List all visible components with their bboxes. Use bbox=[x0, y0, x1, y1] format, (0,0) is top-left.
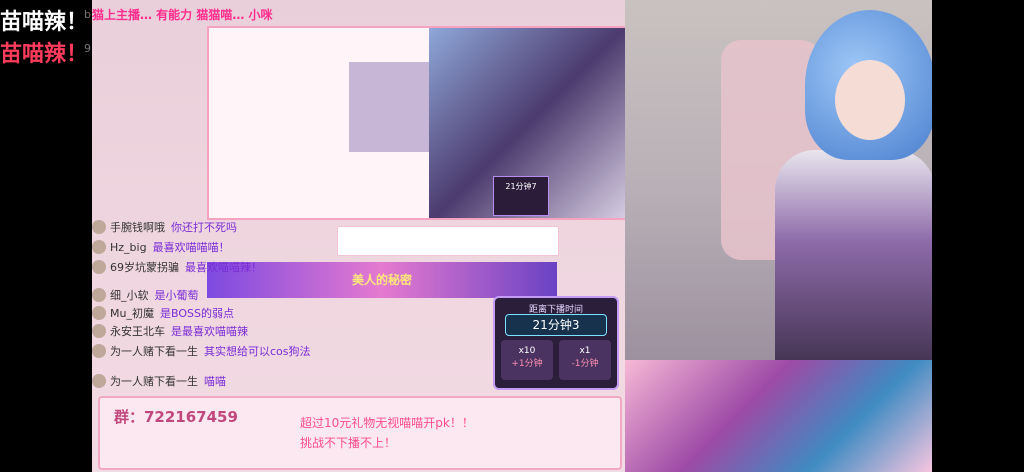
chat-row: 为一人赌下看一生 其实想给可以cos狗法 bbox=[92, 342, 311, 360]
streamer-camera bbox=[625, 0, 932, 472]
chat-row: 永安王北车 是最喜欢喵喵辣 bbox=[92, 322, 248, 340]
stream-frame: 猫上主播… 有能力 猫猫喵… 小咪 21分钟7 美人的秘密 手腕钱啊哦 你还打不… bbox=[92, 0, 932, 472]
nested-stream-mirror: 21分钟7 bbox=[207, 26, 631, 220]
chat-username: Mu_初魔 bbox=[110, 307, 154, 320]
chat-username: 69岁坑蒙拐骗 bbox=[110, 261, 179, 274]
cosplayer-face bbox=[835, 60, 905, 140]
chat-text: 最喜欢喵喵辣！ bbox=[185, 261, 262, 274]
desk-mat bbox=[625, 360, 932, 472]
chat-row: Hz_big 最喜欢喵喵喵！ bbox=[92, 238, 230, 256]
scrolling-notice: 猫上主播… 有能力 猫猫喵… 小咪 bbox=[92, 8, 273, 22]
chat-text: 喵喵 bbox=[204, 375, 226, 388]
chat-row: 为一人赌下看一生 喵喵 bbox=[92, 372, 226, 390]
challenge-notice: 挑战不下播不上！ bbox=[300, 436, 397, 450]
timer-value: 21分钟3 bbox=[505, 314, 607, 336]
avatar bbox=[92, 220, 106, 234]
chat-username: 永安王北车 bbox=[110, 325, 165, 338]
chat-row: 细_小软 是小葡萄 bbox=[92, 286, 199, 304]
chat-row: Mu_初魔 是BOSS的弱点 bbox=[92, 304, 234, 322]
pk-notice: 超过10元礼物无视喵喵开pk！！ bbox=[300, 416, 474, 430]
gift-effect: -1分钟 bbox=[571, 359, 599, 369]
avatar bbox=[92, 240, 106, 254]
chat-text: 你还打不死吗 bbox=[171, 221, 237, 234]
avatar bbox=[92, 344, 106, 358]
chat-username: Hz_big bbox=[110, 240, 147, 254]
nested-timer-value: 21分钟7 bbox=[505, 182, 537, 191]
avatar bbox=[92, 324, 106, 338]
chat-text: 是小葡萄 bbox=[154, 289, 199, 302]
chat-list: 手腕钱啊哦 你还打不死吗 Hz_big 最喜欢喵喵喵！ 69岁坑蒙拐骗 最喜欢喵… bbox=[92, 218, 392, 398]
stream-left-panel: 猫上主播… 有能力 猫猫喵… 小咪 21分钟7 美人的秘密 手腕钱啊哦 你还打不… bbox=[92, 0, 631, 472]
avatar bbox=[92, 288, 106, 302]
chat-username: 为一人赌下看一生 bbox=[110, 345, 198, 358]
timer-gift-add: x10 +1分钟 bbox=[501, 340, 553, 380]
avatar bbox=[92, 306, 106, 320]
chat-text: 最喜欢喵喵喵！ bbox=[152, 241, 230, 254]
avatar bbox=[92, 260, 106, 274]
nested-timer: 21分钟7 bbox=[493, 176, 549, 216]
timer-gift-subtract: x1 -1分钟 bbox=[559, 340, 611, 380]
chat-username: 细_小软 bbox=[110, 289, 149, 302]
gift-effect: +1分钟 bbox=[511, 359, 543, 369]
gift-count: x1 bbox=[579, 346, 591, 356]
chat-row: 手腕钱啊哦 你还打不死吗 bbox=[92, 218, 237, 236]
chat-text: 是BOSS的弱点 bbox=[159, 307, 234, 320]
chat-username: 手腕钱啊哦 bbox=[110, 221, 165, 234]
gift-count: x10 bbox=[518, 346, 536, 356]
info-bar: 群：722167459 超过10元礼物无视喵喵开pk！！ 挑战不下播不上！ bbox=[98, 396, 622, 470]
chat-row: 69岁坑蒙拐骗 最喜欢喵喵辣！ bbox=[92, 258, 262, 276]
watermark-id: 9 bbox=[84, 42, 91, 55]
avatar bbox=[92, 374, 106, 388]
brand-title-1: 苗喵辣！ bbox=[0, 10, 89, 35]
cosplayer-body bbox=[775, 150, 932, 380]
chat-text: 其实想给可以cos狗法 bbox=[204, 345, 311, 358]
brand-title-2: 苗喵辣！ bbox=[0, 42, 89, 67]
group-number: 群：722167459 bbox=[114, 408, 238, 426]
chat-text: 是最喜欢喵喵辣 bbox=[171, 325, 248, 338]
chat-username: 为一人赌下看一生 bbox=[110, 375, 198, 388]
stream-end-timer: 距离下播时间 21分钟3 x10 +1分钟 x1 -1分钟 bbox=[493, 296, 619, 390]
